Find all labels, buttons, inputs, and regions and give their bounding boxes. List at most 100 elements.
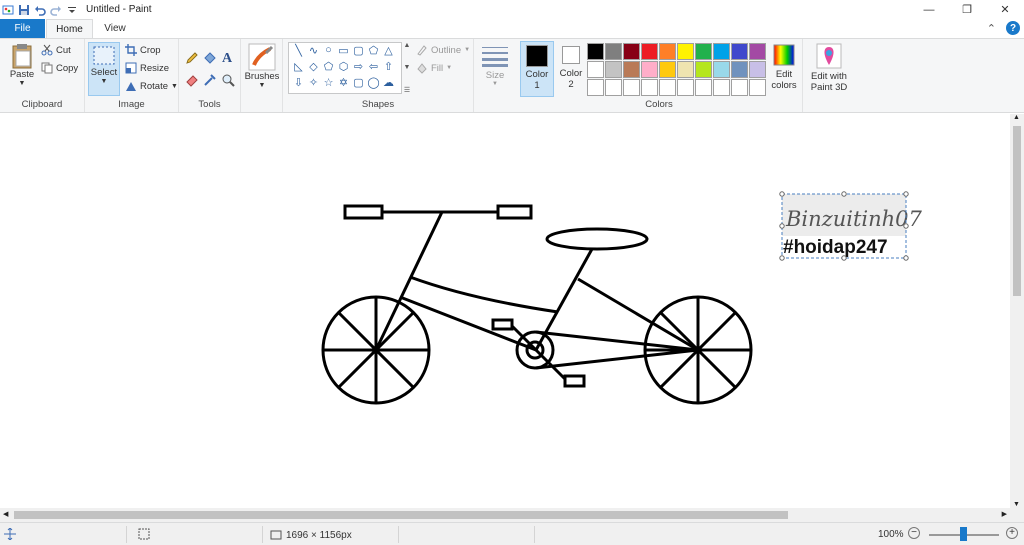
vertical-scroll-thumb[interactable] — [1013, 126, 1021, 296]
collapse-ribbon-icon[interactable]: ⌃ — [987, 22, 996, 35]
palette-swatch[interactable] — [731, 79, 748, 96]
palette-swatch[interactable] — [677, 79, 694, 96]
close-button[interactable]: ✕ — [986, 0, 1024, 19]
palette-swatch[interactable] — [713, 43, 730, 60]
vertical-scrollbar[interactable]: ▲ ▼ — [1010, 114, 1024, 508]
palette-swatch[interactable] — [587, 61, 604, 78]
horizontal-scroll-thumb[interactable] — [14, 511, 788, 519]
palette-swatch[interactable] — [641, 61, 658, 78]
paste-dropdown-icon[interactable]: ▼ — [19, 80, 26, 87]
color2-button[interactable]: Color 2 — [554, 41, 588, 97]
right-triangle-shape-icon[interactable]: ◺ — [291, 60, 306, 76]
select-dropdown-icon[interactable]: ▼ — [101, 78, 108, 85]
rounded-rectangle-shape-icon[interactable]: ▢ — [351, 44, 366, 60]
palette-swatch[interactable] — [659, 43, 676, 60]
palette-swatch[interactable] — [587, 79, 604, 96]
horizontal-scrollbar[interactable]: ◀ ▶ — [0, 508, 1010, 522]
palette-swatch[interactable] — [713, 61, 730, 78]
curve-shape-icon[interactable]: ∿ — [306, 44, 321, 60]
color-picker-icon[interactable] — [203, 73, 217, 87]
magnifier-icon[interactable] — [221, 73, 235, 87]
drawing-canvas[interactable]: Binzuitinh07 #hoidap247 — [0, 114, 1010, 508]
help-icon[interactable]: ? — [1006, 21, 1020, 35]
cloud-callout-shape-icon[interactable]: ☁ — [381, 76, 396, 92]
palette-swatch[interactable] — [695, 61, 712, 78]
hexagon-shape-icon[interactable]: ⬡ — [336, 60, 351, 76]
triangle-shape-icon[interactable]: △ — [381, 44, 396, 60]
tab-view[interactable]: View — [94, 19, 136, 38]
oval-callout-shape-icon[interactable]: ◯ — [366, 76, 381, 92]
palette-swatch[interactable] — [731, 43, 748, 60]
tab-home[interactable]: Home — [46, 19, 93, 39]
rounded-callout-shape-icon[interactable]: ▢ — [351, 76, 366, 92]
palette-swatch[interactable] — [605, 79, 622, 96]
size-button[interactable]: Size ▼ — [479, 45, 511, 87]
oval-shape-icon[interactable]: ○ — [321, 44, 336, 60]
palette-swatch[interactable] — [749, 43, 766, 60]
pencil-icon[interactable] — [185, 51, 199, 65]
fill-bucket-icon[interactable] — [203, 51, 217, 65]
right-arrow-shape-icon[interactable]: ⇨ — [351, 60, 366, 76]
edit-colors-button[interactable]: Edit colors — [769, 43, 799, 91]
copy-button[interactable]: Copy — [41, 62, 78, 74]
eraser-icon[interactable] — [185, 73, 199, 87]
palette-swatch[interactable] — [623, 43, 640, 60]
fill-button[interactable]: Fill ▼ — [416, 62, 452, 74]
shapes-scroll-up-icon[interactable]: ▲ — [404, 42, 411, 49]
five-point-star-shape-icon[interactable]: ☆ — [321, 76, 336, 92]
palette-swatch[interactable] — [623, 79, 640, 96]
palette-swatch[interactable] — [713, 79, 730, 96]
shapes-more-icon[interactable]: ☰ — [404, 86, 410, 94]
rectangle-shape-icon[interactable]: ▭ — [336, 44, 351, 60]
rotate-dropdown-icon[interactable]: ▼ — [171, 83, 178, 90]
palette-swatch[interactable] — [749, 79, 766, 96]
select-button[interactable]: Select ▼ — [88, 42, 120, 96]
brushes-button[interactable]: Brushes ▼ — [245, 43, 279, 89]
palette-swatch[interactable] — [731, 61, 748, 78]
palette-swatch[interactable] — [587, 43, 604, 60]
up-arrow-shape-icon[interactable]: ⇧ — [381, 60, 396, 76]
palette-swatch[interactable] — [659, 79, 676, 96]
scroll-down-icon[interactable]: ▼ — [1013, 501, 1020, 508]
left-arrow-shape-icon[interactable]: ⇦ — [366, 60, 381, 76]
minimize-button[interactable]: — — [910, 0, 948, 19]
brushes-dropdown-icon[interactable]: ▼ — [259, 82, 266, 89]
text-icon[interactable]: A — [221, 50, 235, 64]
tab-file[interactable]: File — [0, 19, 45, 38]
undo-icon[interactable] — [34, 4, 46, 16]
palette-swatch[interactable] — [749, 61, 766, 78]
paste-button[interactable]: Paste ▼ — [6, 43, 38, 87]
scroll-left-icon[interactable]: ◀ — [3, 510, 8, 518]
scroll-up-icon[interactable]: ▲ — [1013, 114, 1020, 121]
canvas-workspace[interactable]: Binzuitinh07 #hoidap247 — [0, 114, 1010, 508]
palette-swatch[interactable] — [695, 43, 712, 60]
palette-swatch[interactable] — [677, 43, 694, 60]
cut-button[interactable]: Cut — [41, 44, 71, 56]
palette-swatch[interactable] — [695, 79, 712, 96]
outline-button[interactable]: Outline ▼ — [416, 44, 470, 56]
shapes-gallery-scroll[interactable]: ▲ ▼ ☰ — [402, 42, 412, 94]
zoom-slider-thumb[interactable] — [960, 527, 967, 541]
edit-with-paint3d-button[interactable]: Edit with Paint 3D — [807, 43, 851, 93]
four-point-star-shape-icon[interactable]: ✧ — [306, 76, 321, 92]
shapes-scroll-down-icon[interactable]: ▼ — [404, 64, 411, 71]
crop-button[interactable]: Crop — [125, 44, 161, 56]
zoom-in-icon[interactable]: + — [1006, 527, 1018, 539]
color1-button[interactable]: Color 1 — [520, 41, 554, 97]
six-point-star-shape-icon[interactable]: ✡ — [336, 76, 351, 92]
palette-swatch[interactable] — [659, 61, 676, 78]
restore-button[interactable]: ❐ — [948, 0, 986, 19]
resize-button[interactable]: Resize — [125, 62, 169, 74]
save-icon[interactable] — [18, 4, 30, 16]
pentagon-shape-icon[interactable]: ⬠ — [321, 60, 336, 76]
line-shape-icon[interactable]: ╲ — [291, 44, 306, 60]
palette-swatch[interactable] — [641, 43, 658, 60]
palette-swatch[interactable] — [605, 61, 622, 78]
canvas-surface[interactable] — [5, 118, 1010, 508]
rotate-button[interactable]: Rotate ▼ — [125, 80, 178, 92]
customize-toolbar-icon[interactable] — [66, 4, 78, 16]
redo-icon[interactable] — [50, 4, 62, 16]
diamond-shape-icon[interactable]: ◇ — [306, 60, 321, 76]
palette-swatch[interactable] — [623, 61, 640, 78]
palette-swatch[interactable] — [677, 61, 694, 78]
